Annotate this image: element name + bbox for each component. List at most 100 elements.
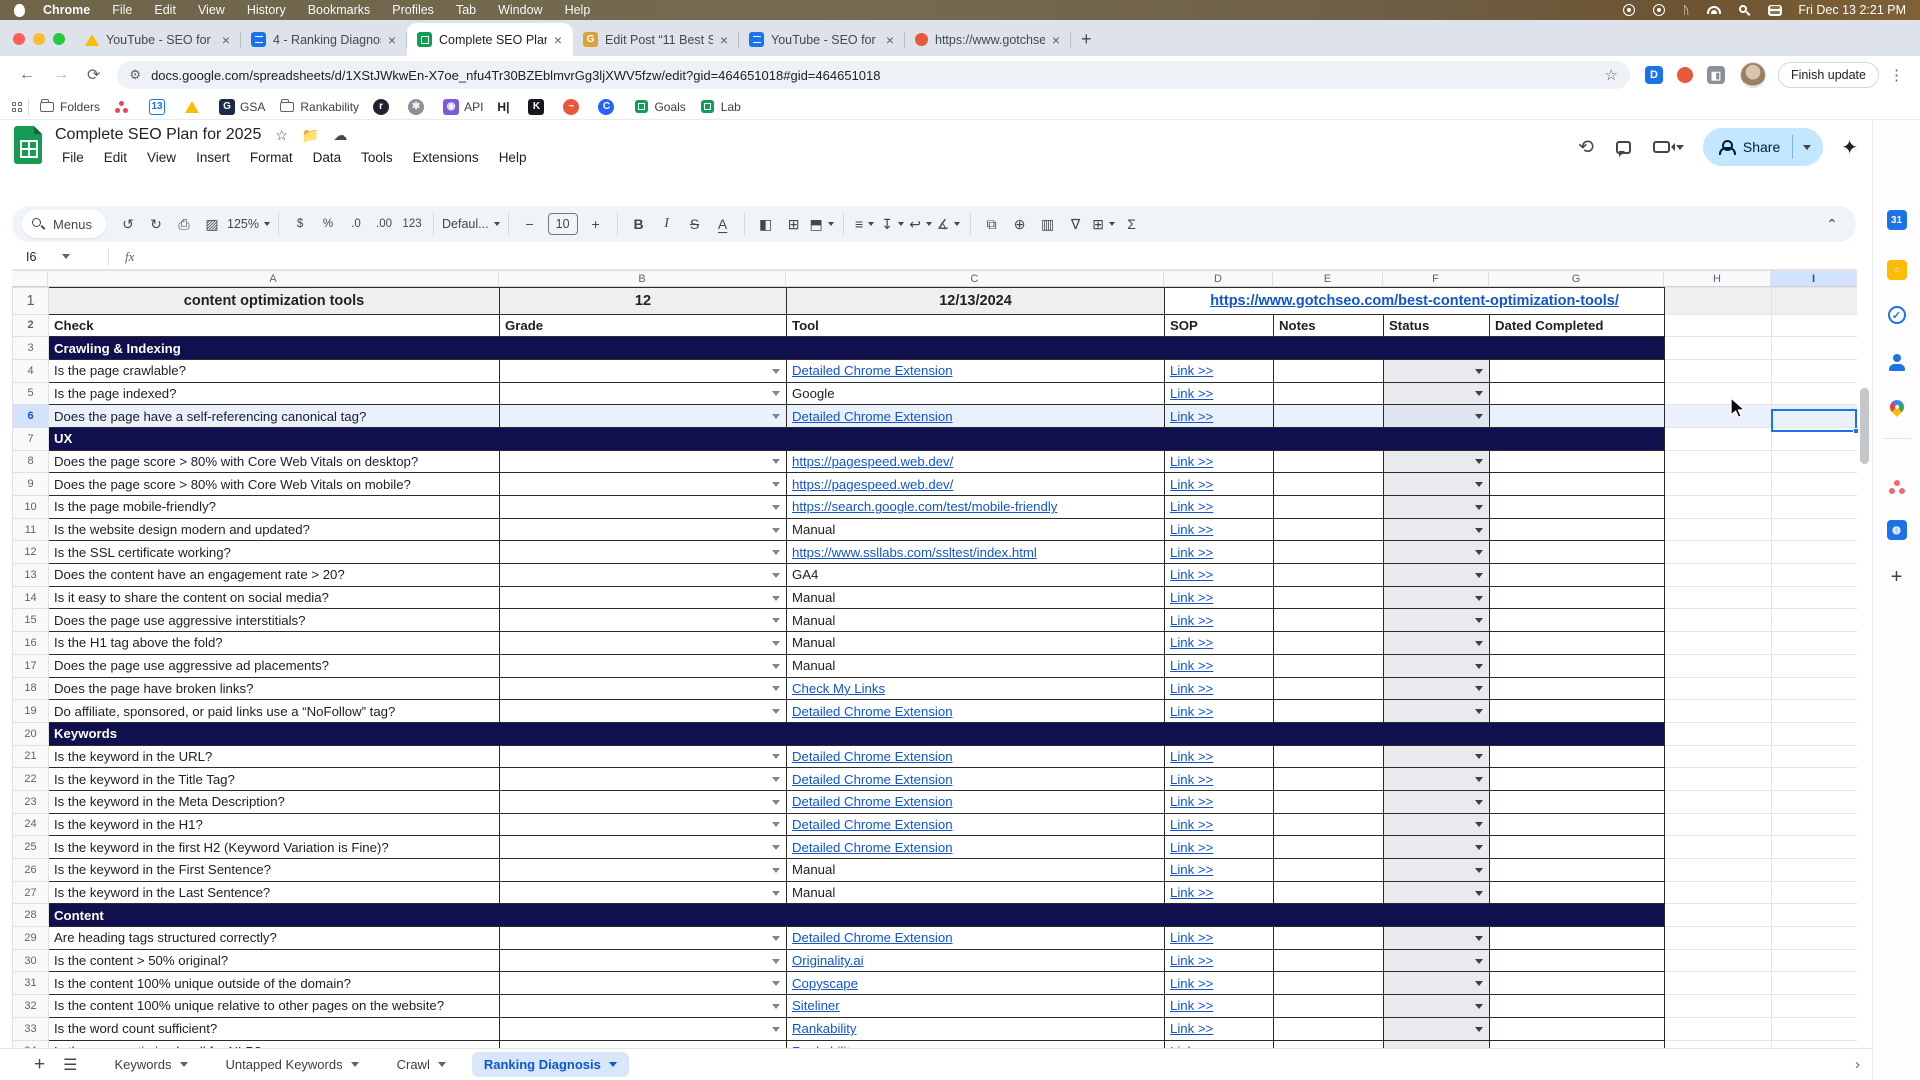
cell-i[interactable] xyxy=(1772,722,1857,745)
menubar-item-file[interactable]: File xyxy=(112,3,132,17)
cell-notes[interactable] xyxy=(1274,518,1384,541)
dropdown-chevron-icon[interactable] xyxy=(772,528,780,533)
cell-h[interactable] xyxy=(1665,1017,1772,1040)
dropdown-chevron-icon[interactable] xyxy=(1475,959,1483,964)
dropdown-chevron-icon[interactable] xyxy=(1475,800,1483,805)
cell-notes[interactable] xyxy=(1274,450,1384,473)
toolbar-font-size[interactable]: 10 xyxy=(545,211,581,237)
reload-icon[interactable]: ⟳ xyxy=(78,65,109,85)
dropdown-chevron-icon[interactable] xyxy=(772,777,780,782)
cell-sop-link[interactable]: Link >> xyxy=(1165,654,1274,677)
toolbar-font-family[interactable]: Defaul... xyxy=(442,211,500,237)
tool-link[interactable]: https://www.ssllabs.com/ssltest/index.ht… xyxy=(792,545,1037,560)
sheets-menu-extensions[interactable]: Extensions xyxy=(406,148,486,167)
cell-check[interactable]: Is it easy to share the content on socia… xyxy=(49,586,500,609)
toolbar-insert-chart[interactable]: ▥ xyxy=(1035,211,1061,237)
header-cell-sop[interactable]: SOP xyxy=(1165,314,1274,337)
bluetooth-icon[interactable]: ᚢ xyxy=(1683,4,1690,17)
tab-close-icon[interactable]: × xyxy=(883,32,897,48)
cell-notes[interactable] xyxy=(1274,564,1384,587)
move-folder-icon[interactable]: 📁 xyxy=(302,127,319,144)
cell-h[interactable] xyxy=(1665,632,1772,655)
toolbar-insert-link[interactable]: ⧉ xyxy=(979,211,1005,237)
cell-grade-dropdown[interactable] xyxy=(500,813,787,836)
cell-check[interactable]: Do affiliate, sponsored, or paid links u… xyxy=(49,700,500,723)
cell-i[interactable] xyxy=(1772,1017,1857,1040)
dropdown-chevron-icon[interactable] xyxy=(772,981,780,986)
dropdown-chevron-icon[interactable] xyxy=(772,891,780,896)
row-header-24[interactable]: 24 xyxy=(13,813,49,836)
row-header-29[interactable]: 29 xyxy=(13,927,49,950)
cell-grade-dropdown[interactable] xyxy=(500,927,787,950)
cell-check[interactable]: Is the keyword in the URL? xyxy=(49,745,500,768)
cell-dated[interactable] xyxy=(1490,972,1665,995)
sheets-menu-data[interactable]: Data xyxy=(306,148,349,167)
dropdown-chevron-icon[interactable] xyxy=(772,845,780,850)
cell-notes[interactable] xyxy=(1274,790,1384,813)
tool-link[interactable]: Detailed Chrome Extension xyxy=(792,772,953,787)
cell-check[interactable]: Is the keyword in the Title Tag? xyxy=(49,768,500,791)
dropdown-chevron-icon[interactable] xyxy=(772,868,780,873)
cell-status-dropdown[interactable] xyxy=(1384,927,1490,950)
row-header-5[interactable]: 5 xyxy=(13,382,49,405)
cell-check[interactable]: Is the H1 tag above the fold? xyxy=(49,632,500,655)
cell-h[interactable] xyxy=(1665,722,1772,745)
cell-h[interactable] xyxy=(1665,904,1772,927)
cell-h[interactable] xyxy=(1665,450,1772,473)
cell-tool[interactable]: https://www.ssllabs.com/ssltest/index.ht… xyxy=(787,541,1165,564)
header-cell-check[interactable]: Check xyxy=(49,314,500,337)
cell-tool[interactable]: Manual xyxy=(787,609,1165,632)
cell-sop-link[interactable]: Link >> xyxy=(1165,450,1274,473)
tool-link[interactable]: Detailed Chrome Extension xyxy=(792,817,953,832)
tool-link[interactable]: Detailed Chrome Extension xyxy=(792,749,953,764)
cell-i[interactable] xyxy=(1772,496,1857,519)
cell-dated[interactable] xyxy=(1490,927,1665,950)
sop-link[interactable]: Link >> xyxy=(1170,613,1213,628)
dropdown-chevron-icon[interactable] xyxy=(1475,1004,1483,1009)
row-header-32[interactable]: 32 xyxy=(13,995,49,1018)
vertical-scrollbar[interactable] xyxy=(1859,272,1870,1080)
dropdown-chevron-icon[interactable] xyxy=(772,641,780,646)
cell-h[interactable] xyxy=(1665,677,1772,700)
section-cell[interactable]: UX xyxy=(49,427,1665,450)
cell-dated[interactable] xyxy=(1490,768,1665,791)
cell-sop-link[interactable]: Link >> xyxy=(1165,518,1274,541)
tab-close-icon[interactable]: × xyxy=(219,32,233,48)
sop-link[interactable]: Link >> xyxy=(1170,953,1213,968)
bookmark-circ[interactable]: ~ xyxy=(563,99,584,115)
sheet-tab-caret-icon[interactable] xyxy=(609,1062,617,1067)
cell-status-dropdown[interactable] xyxy=(1384,768,1490,791)
cell-status-dropdown[interactable] xyxy=(1384,382,1490,405)
dropdown-chevron-icon[interactable] xyxy=(1475,981,1483,986)
cell-i[interactable] xyxy=(1772,881,1857,904)
cell-notes[interactable] xyxy=(1274,1017,1384,1040)
toolbar-redo[interactable]: ↻ xyxy=(143,211,169,237)
font-size-value[interactable]: 10 xyxy=(548,213,578,235)
cell-tool[interactable]: Siteliner xyxy=(787,995,1165,1018)
toolbar-text-rotation[interactable]: ∡ xyxy=(936,211,962,237)
row-header-7[interactable]: 7 xyxy=(13,427,49,450)
cell-check[interactable]: Is the SSL certificate working? xyxy=(49,541,500,564)
cell-dated[interactable] xyxy=(1490,496,1665,519)
dropdown-chevron-icon[interactable] xyxy=(772,505,780,510)
dropdown-chevron-icon[interactable] xyxy=(1475,641,1483,646)
column-header-B[interactable]: B xyxy=(499,271,786,287)
cell-tool[interactable]: Manual xyxy=(787,859,1165,882)
wifi-icon[interactable] xyxy=(1707,6,1721,14)
cell-h[interactable] xyxy=(1665,496,1772,519)
sheets-menu-edit[interactable]: Edit xyxy=(97,148,134,167)
cell-dated[interactable] xyxy=(1490,586,1665,609)
dropdown-chevron-icon[interactable] xyxy=(1475,1027,1483,1032)
cell-h[interactable] xyxy=(1665,473,1772,496)
dropdown-chevron-icon[interactable] xyxy=(772,618,780,623)
cell-dated[interactable] xyxy=(1490,473,1665,496)
tool-link[interactable]: Siteliner xyxy=(792,998,840,1013)
sop-link[interactable]: Link >> xyxy=(1170,976,1213,991)
cell-notes[interactable] xyxy=(1274,768,1384,791)
window-controls[interactable] xyxy=(0,33,75,56)
cell-i2[interactable] xyxy=(1772,314,1857,337)
cell-dated[interactable] xyxy=(1490,949,1665,972)
header-cell-notes[interactable]: Notes xyxy=(1274,314,1384,337)
toolbar-text-color[interactable]: A xyxy=(710,211,736,237)
tab-close-icon[interactable]: × xyxy=(551,32,565,48)
